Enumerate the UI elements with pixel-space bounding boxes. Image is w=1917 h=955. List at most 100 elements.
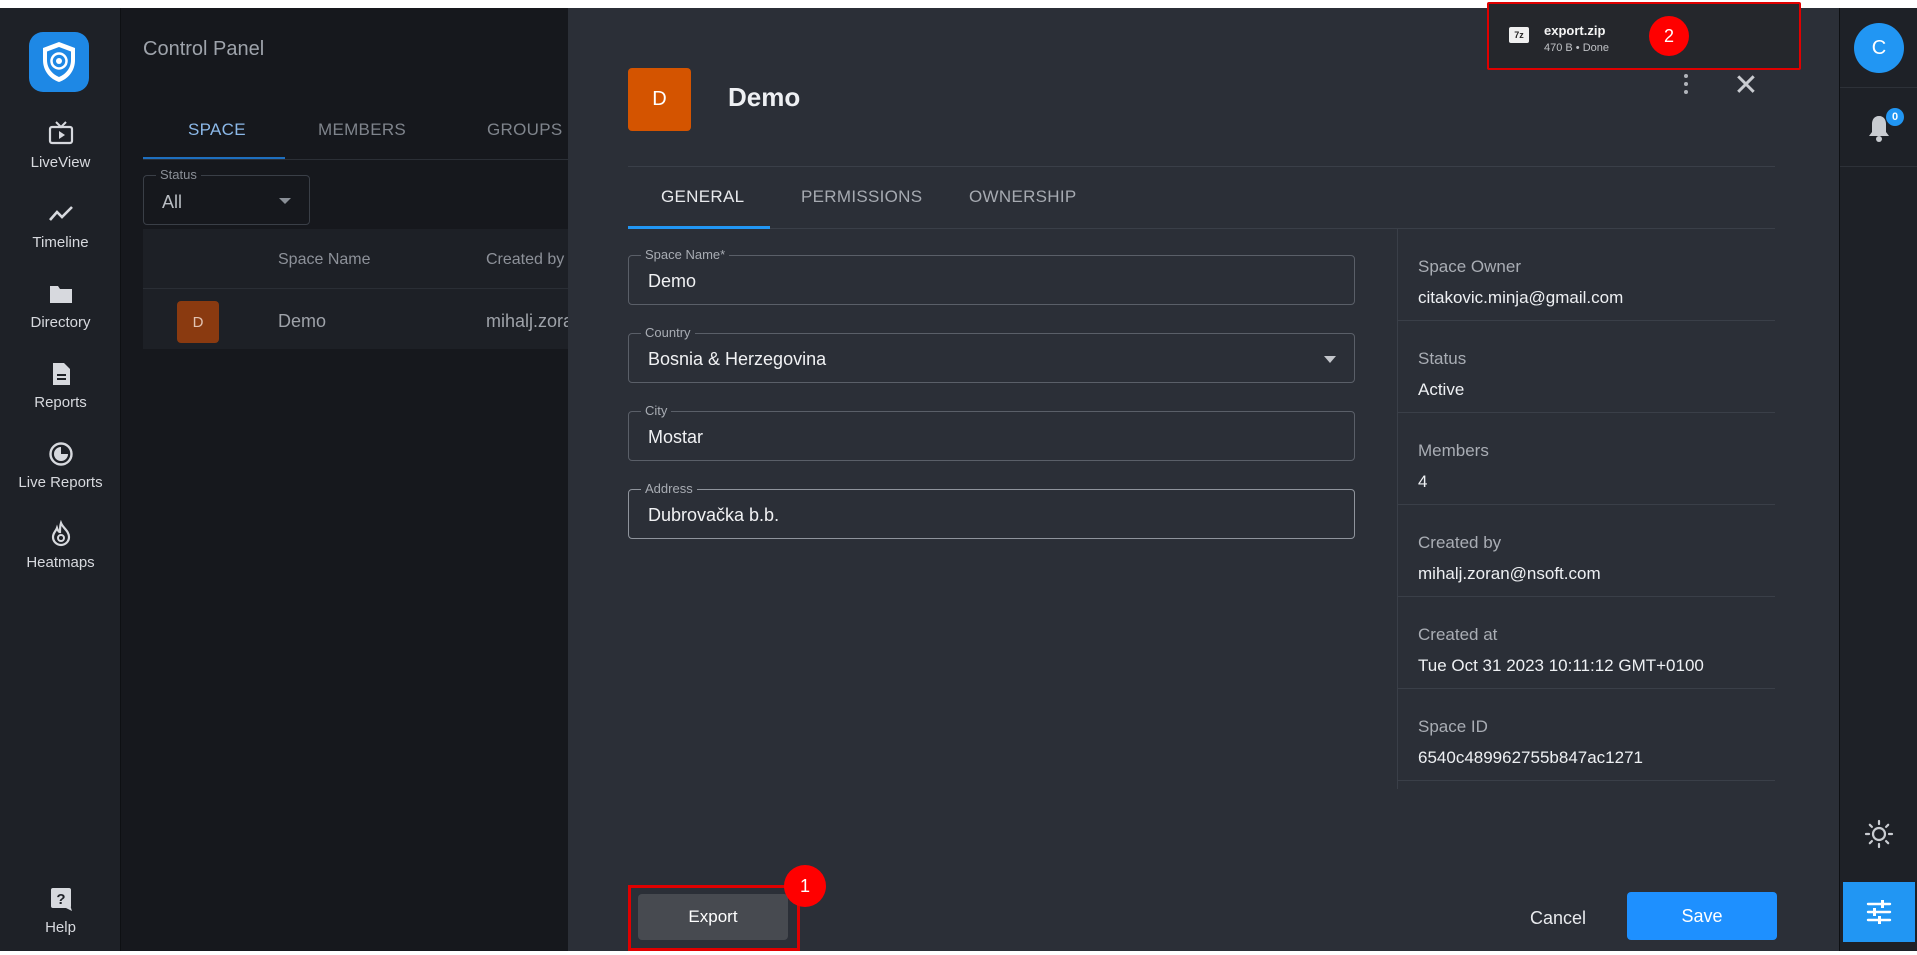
tab-members[interactable]: MEMBERS [318,120,406,140]
info-row-members: Members 4 [1398,413,1775,505]
settings-sliders-button[interactable] [1843,882,1915,942]
sidebar-item-reports[interactable]: Reports [0,360,121,430]
info-row-created-at: Created at Tue Oct 31 2023 10:11:12 GMT+… [1398,597,1775,689]
sidebar-item-heatmaps[interactable]: Heatmaps [0,520,121,590]
address-label: Address [641,481,697,496]
tab-space[interactable]: SPACE [188,120,246,140]
info-row-space-owner: Space Owner citakovic.minja@gmail.com [1398,229,1775,321]
info-row-space-id: Space ID 6540c489962755b847ac1271 [1398,689,1775,781]
sidebar-item-help[interactable]: ? Help [0,885,121,955]
space-name-field[interactable]: Space Name* Demo [628,247,1355,305]
control-panel: Control Panel SPACE MEMBERS GROUPS Statu… [121,8,573,951]
close-icon[interactable]: ✕ [1732,71,1760,101]
tv-icon [48,121,73,145]
info-key: Space ID [1418,717,1488,736]
column-header-space-name[interactable]: Space Name [278,251,371,269]
table-row[interactable]: D Demo mihalj.zora [143,289,573,349]
sidebar-item-live-reports[interactable]: Live Reports [0,440,121,510]
space-name-label: Space Name* [641,247,730,262]
user-avatar[interactable]: C [1854,23,1904,73]
space-avatar: D [177,301,219,343]
flame-icon [51,520,70,547]
status-filter-select[interactable]: Status All [143,167,310,225]
space-avatar: D [628,68,691,131]
status-filter-label: Status [156,167,201,182]
archive-icon: 7z [1509,27,1529,43]
sidebar-item-label: Reports [34,394,87,411]
sidebar-item-label: LiveView [30,154,91,171]
download-meta: 470 B • Done [1544,42,1610,54]
country-select[interactable]: Country Bosnia & Herzegovina [628,325,1355,383]
sidebar-item-label: Heatmaps [26,554,95,571]
dialog-tabs: GENERAL PERMISSIONS OWNERSHIP [628,167,1775,229]
divider [1840,87,1917,88]
address-field[interactable]: Address Dubrovačka b.b. [628,481,1355,539]
cancel-button[interactable]: Cancel [1498,898,1618,938]
table-header: Space Name Created by [143,229,568,289]
country-value: Bosnia & Herzegovina [648,349,827,369]
sun-icon[interactable] [1864,819,1894,849]
info-key: Members [1418,441,1489,460]
dialog-title: Demo [728,82,801,112]
sidebar-item-label: Timeline [32,234,89,251]
pie-icon [48,442,73,466]
city-field[interactable]: City Mostar [628,403,1355,461]
annotation-highlight-export [628,885,800,951]
page-title: Control Panel [143,38,265,60]
info-value: 6540c489962755b847ac1271 [1418,748,1644,767]
sliders-icon [1866,900,1892,924]
city-label: City [641,403,672,418]
info-value: 4 [1418,472,1428,491]
control-panel-tabs: SPACE MEMBERS GROUPS [143,100,568,160]
annotation-marker-2: 2 [1649,16,1689,56]
info-value: Active [1418,380,1465,399]
sidebar-item-timeline[interactable]: Timeline [0,200,121,270]
save-button[interactable]: Save [1627,892,1777,940]
tab-groups[interactable]: GROUPS [487,120,562,140]
info-key: Created by [1418,533,1502,552]
info-value: mihalj.zoran@nsoft.com [1418,564,1601,583]
help-label: Help [45,919,76,936]
notification-count-badge: 0 [1886,108,1904,126]
folder-icon [49,286,72,303]
info-row-status: Status Active [1398,321,1775,413]
svg-text:?: ? [56,891,65,908]
left-sidebar: LiveView Timeline Directory Reports Live… [0,8,121,951]
more-options-icon[interactable] [1680,74,1692,98]
info-value: Tue Oct 31 2023 10:11:12 GMT+0100 [1418,656,1704,675]
trend-icon [48,206,73,221]
info-key: Space Owner [1418,257,1521,276]
chevron-down-icon[interactable] [1324,356,1336,363]
right-rail: C 0 [1839,8,1917,951]
sidebar-item-directory[interactable]: Directory [0,280,121,350]
column-header-created-by[interactable]: Created by [486,251,564,269]
document-icon [52,363,70,385]
annotation-marker-1: 1 [784,865,826,907]
space-details-dialog: D Demo ✕ GENERAL PERMISSIONS OWNERSHIP S… [568,8,1839,951]
active-tab-indicator [628,226,770,229]
divider [1840,166,1917,167]
shield-icon [43,42,75,82]
sidebar-item-label: Directory [30,314,91,331]
address-value: Dubrovačka b.b. [648,505,780,525]
status-filter-value: All [162,192,183,212]
space-name-value: Demo [648,271,697,291]
sidebar-item-liveview[interactable]: LiveView [0,120,121,190]
download-popup[interactable]: 7z export.zip 470 B • Done [1487,2,1801,70]
info-row-created-by: Created by mihalj.zoran@nsoft.com [1398,505,1775,597]
tab-general[interactable]: GENERAL [661,187,744,207]
help-icon: ? [50,888,72,911]
app-logo[interactable] [29,32,89,92]
space-name-cell: Demo [278,311,327,331]
sidebar-item-label: Live Reports [18,474,103,491]
active-tab-indicator [143,157,285,159]
city-value: Mostar [648,427,704,447]
created-by-cell: mihalj.zora [486,311,574,331]
tab-permissions[interactable]: PERMISSIONS [801,187,922,207]
space-info-panel: Space Owner citakovic.minja@gmail.com St… [1397,229,1775,789]
download-filename: export.zip [1544,23,1606,38]
info-key: Created at [1418,625,1498,644]
tab-ownership[interactable]: OWNERSHIP [969,187,1077,207]
chevron-down-icon [279,198,291,204]
country-label: Country [641,325,695,340]
